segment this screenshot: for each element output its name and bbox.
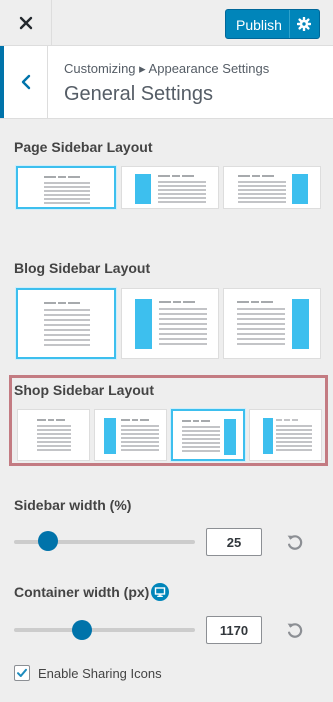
container-width-label: Container width (px) xyxy=(14,584,150,600)
container-width-slider-thumb[interactable] xyxy=(72,620,92,640)
container-width-slider-track[interactable] xyxy=(14,628,195,632)
close-icon xyxy=(19,16,32,30)
enable-sharing-checkbox[interactable] xyxy=(14,665,30,681)
no-sidebar-layout-icon xyxy=(44,176,90,204)
left-sidebar-layout-icon xyxy=(104,418,159,454)
left-sidebar-layout-icon xyxy=(135,299,207,349)
left-sidebar-shop-layout-icon xyxy=(263,418,312,454)
shop-layout-no-sidebar-option[interactable] xyxy=(17,409,90,461)
reset-icon xyxy=(287,535,303,550)
blog-layout-left-sidebar-option[interactable] xyxy=(121,288,219,359)
no-sidebar-layout-icon xyxy=(37,419,71,451)
publish-button[interactable]: Publish xyxy=(225,9,320,39)
blog-layout-no-sidebar-option[interactable] xyxy=(16,288,116,359)
no-sidebar-layout-icon xyxy=(44,302,90,346)
sidebar-width-slider-thumb[interactable] xyxy=(38,531,58,551)
page-sidebar-layout-label: Page Sidebar Layout xyxy=(14,139,153,155)
page-layout-no-sidebar-option[interactable] xyxy=(16,166,116,209)
desktop-icon xyxy=(154,587,166,597)
sidebar-width-input[interactable]: 25 xyxy=(206,528,262,556)
left-sidebar-layout-icon xyxy=(135,174,206,204)
chevron-left-icon xyxy=(21,74,30,90)
back-button[interactable] xyxy=(0,46,48,118)
shop-layout-left-sidebar-alt-option[interactable] xyxy=(249,409,322,461)
shop-layout-right-sidebar-option[interactable] xyxy=(171,409,245,461)
shop-layout-left-sidebar-option[interactable] xyxy=(94,409,167,461)
container-width-input[interactable]: 1170 xyxy=(206,616,262,644)
customizer-topbar: Publish xyxy=(0,0,333,46)
publish-settings-button[interactable] xyxy=(293,13,315,35)
desktop-device-toggle[interactable] xyxy=(151,583,169,601)
publish-label: Publish xyxy=(236,17,282,33)
close-customizer-button[interactable] xyxy=(0,0,52,46)
reset-icon xyxy=(287,623,303,638)
gear-icon xyxy=(297,17,311,31)
right-sidebar-layout-icon xyxy=(237,299,309,349)
right-sidebar-layout-icon xyxy=(182,419,236,455)
sidebar-width-label: Sidebar width (%) xyxy=(14,497,132,513)
page-layout-right-sidebar-option[interactable] xyxy=(223,166,321,209)
page-layout-left-sidebar-option[interactable] xyxy=(121,166,219,209)
blog-layout-right-sidebar-option[interactable] xyxy=(223,288,321,359)
publish-divider xyxy=(289,10,290,38)
enable-sharing-label: Enable Sharing Icons xyxy=(38,666,162,681)
checkmark-icon xyxy=(17,668,27,677)
page-title: General Settings xyxy=(64,83,213,105)
container-width-reset-button[interactable] xyxy=(284,619,306,641)
shop-sidebar-layout-label: Shop Sidebar Layout xyxy=(14,382,155,398)
right-sidebar-layout-icon xyxy=(238,174,308,204)
blog-sidebar-layout-label: Blog Sidebar Layout xyxy=(14,260,151,276)
breadcrumb: Customizing ▸ Appearance Settings xyxy=(64,61,270,76)
sidebar-width-reset-button[interactable] xyxy=(284,531,306,553)
section-header: Customizing ▸ Appearance Settings Genera… xyxy=(0,46,333,119)
